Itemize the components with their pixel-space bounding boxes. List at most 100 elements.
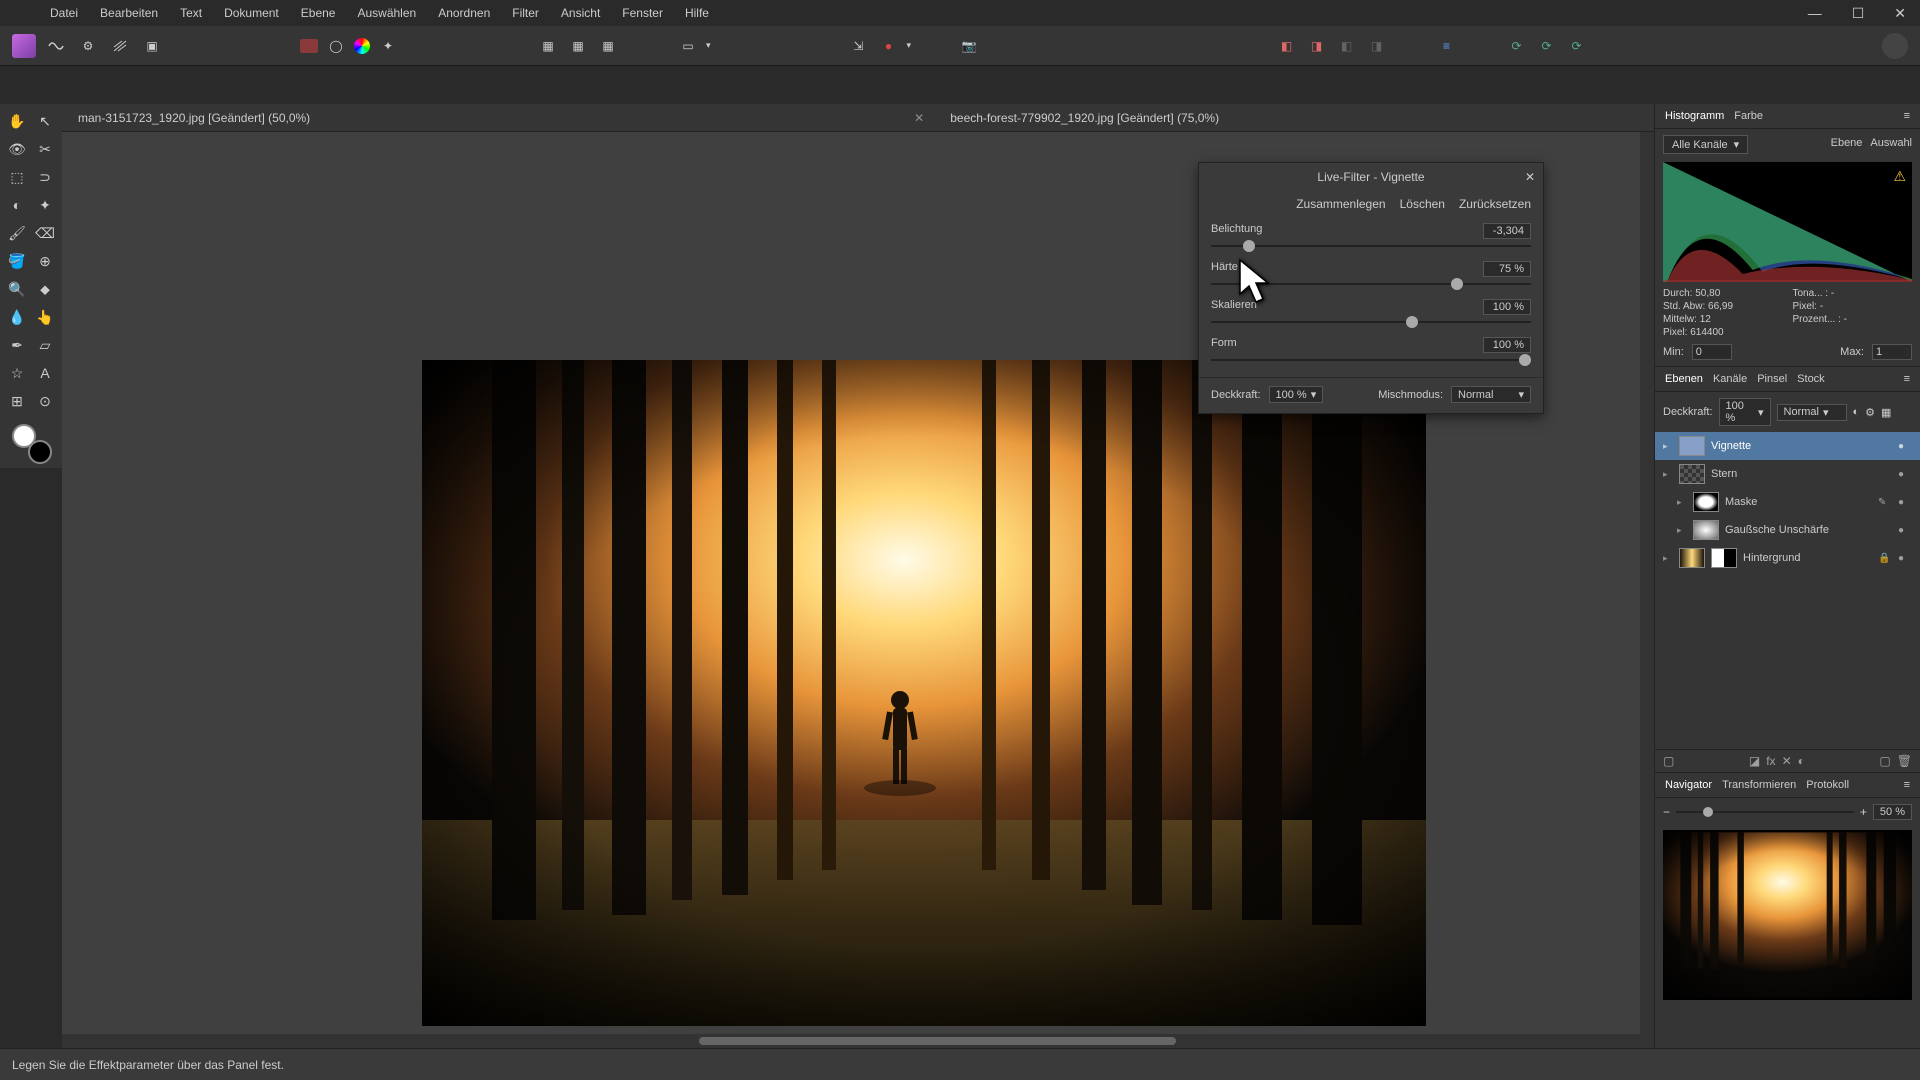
slider-belichtung-value[interactable]: -3,304 [1483, 223, 1531, 239]
edit-icon[interactable]: ✎ [1878, 497, 1892, 508]
delete-button[interactable]: Löschen [1400, 197, 1445, 211]
arrange-a-icon[interactable]: ⇲ [847, 34, 871, 58]
layer-fx-a-icon[interactable]: ◐ [1853, 406, 1860, 418]
tab-protokoll[interactable]: Protokoll [1806, 777, 1849, 793]
layer-fx-c-icon[interactable]: ▦ [1881, 406, 1891, 419]
menu-anordnen[interactable]: Anordnen [438, 6, 490, 20]
minimize-icon[interactable]: — [1802, 5, 1828, 22]
slider-skalieren[interactable] [1211, 321, 1531, 323]
tab-kanaele[interactable]: Kanäle [1713, 371, 1747, 387]
text-tool-icon[interactable]: A [32, 360, 58, 386]
marquee-tool-icon[interactable]: ⬚ [4, 164, 30, 190]
smudge-tool-icon[interactable]: 👆 [32, 304, 58, 330]
document-tab-1[interactable]: man-3151723_1920.jpg [Geändert] (50,0%) [70, 107, 318, 129]
sync-c-icon[interactable]: ⟳ [1565, 34, 1589, 58]
tab-histogramm[interactable]: Histogramm [1665, 108, 1724, 124]
clone-tool-icon[interactable]: ⊕ [32, 248, 58, 274]
tab-ebenen[interactable]: Ebenen [1665, 371, 1703, 387]
visibility-icon[interactable]: ● [1898, 525, 1912, 536]
lock-icon[interactable]: 🔒 [1878, 553, 1892, 564]
slider-skalieren-value[interactable]: 100 % [1483, 299, 1531, 315]
panel-menu-icon[interactable]: ≡ [1904, 108, 1910, 124]
view-tool-icon[interactable]: 👁 [4, 136, 30, 162]
pen-tool-icon[interactable]: ✒ [4, 332, 30, 358]
dodge-tool-icon[interactable]: ⬥ [32, 276, 58, 302]
order-a-icon[interactable]: ◧ [1275, 34, 1299, 58]
menu-ansicht[interactable]: Ansicht [561, 6, 600, 20]
sync-a-icon[interactable]: ⟳ [1505, 34, 1529, 58]
layer-hintergrund[interactable]: ▸ Hintergrund 🔒 ● [1655, 544, 1920, 572]
mask-icon[interactable]: ▢ [1663, 754, 1674, 768]
zoom-slider[interactable] [1676, 811, 1854, 813]
menu-dokument[interactable]: Dokument [224, 6, 279, 20]
tab-transformieren[interactable]: Transformieren [1722, 777, 1796, 793]
menu-filter[interactable]: Filter [512, 6, 539, 20]
lasso-tool-icon[interactable]: ⊃ [32, 164, 58, 190]
color-picker-icon[interactable]: ⊙ [32, 388, 58, 414]
channel-dropdown[interactable]: Alle Kanäle ▾ [1663, 135, 1748, 154]
deckkraft-dropdown[interactable]: 100 % ▾ [1269, 386, 1324, 403]
chevron-icon[interactable]: ▸ [1677, 525, 1687, 536]
wand-icon[interactable]: ✦ [376, 34, 400, 58]
menu-hilfe[interactable]: Hilfe [685, 6, 709, 20]
eraser-tool-icon[interactable]: ⌫ [32, 220, 58, 246]
order-d-icon[interactable]: ◨ [1365, 34, 1389, 58]
persona-tone-icon[interactable] [108, 34, 132, 58]
blend-icon[interactable]: ◐ [1798, 754, 1805, 768]
grid-b-icon[interactable]: ▦ [566, 34, 590, 58]
menu-bearbeiten[interactable]: Bearbeiten [100, 6, 158, 20]
visibility-icon[interactable]: ● [1898, 553, 1912, 564]
crop-tool-icon[interactable]: ✂ [32, 136, 58, 162]
chevron-icon[interactable]: ▸ [1677, 497, 1687, 508]
slider-form-value[interactable]: 100 % [1483, 337, 1531, 353]
clip-icon[interactable]: ▭ [676, 34, 700, 58]
fx-icon[interactable]: fx [1766, 754, 1775, 768]
menu-fenster[interactable]: Fenster [622, 6, 663, 20]
adj-icon[interactable]: ◪ [1749, 754, 1760, 768]
camera-icon[interactable]: 📷 [957, 34, 981, 58]
blur-tool-icon[interactable]: 💧 [4, 304, 30, 330]
chevron-icon[interactable]: ▸ [1663, 469, 1673, 480]
add-layer-icon[interactable]: ▢ [1879, 754, 1890, 768]
horizontal-scrollbar[interactable] [62, 1034, 1654, 1048]
layer-gauss[interactable]: ▸ Gaußsche Unschärfe ● [1655, 516, 1920, 544]
hand-tool-icon[interactable]: ✋ [4, 108, 30, 134]
mesh-tool-icon[interactable]: ⊞ [4, 388, 30, 414]
maximize-icon[interactable]: ☐ [1846, 5, 1871, 22]
dialog-titlebar[interactable]: Live-Filter - Vignette ✕ [1199, 163, 1543, 191]
vertical-scrollbar[interactable] [1640, 132, 1654, 1034]
tab-farbe[interactable]: Farbe [1734, 108, 1763, 124]
panel-menu-icon[interactable]: ≡ [1904, 777, 1910, 793]
slider-haerte-value[interactable]: 75 % [1483, 261, 1531, 277]
menu-ebene[interactable]: Ebene [301, 6, 336, 20]
min-input[interactable] [1692, 344, 1732, 360]
close-icon[interactable]: ✕ [1888, 5, 1912, 22]
sync-b-icon[interactable]: ⟳ [1535, 34, 1559, 58]
color-wheel-icon[interactable] [354, 38, 370, 54]
document-tab-2[interactable]: beech-forest-779902_1920.jpg [Geändert] … [942, 107, 1227, 129]
front-color-swatch[interactable] [12, 424, 36, 448]
zoom-in-icon[interactable]: + [1860, 805, 1867, 819]
circle-tool-icon[interactable]: ◯ [324, 34, 348, 58]
brush-tool-icon[interactable]: 🖌 [4, 220, 30, 246]
reset-button[interactable]: Zurücksetzen [1459, 197, 1531, 211]
layer-maske[interactable]: ▸ Maske ✎ ● [1655, 488, 1920, 516]
slider-belichtung[interactable] [1211, 245, 1531, 247]
fill-tool-icon[interactable]: 🪣 [4, 248, 30, 274]
chevron-icon[interactable]: ▸ [1663, 441, 1673, 452]
persona-develop-icon[interactable]: ⚙ [76, 34, 100, 58]
filter-icon[interactable]: ✕ [1782, 754, 1792, 768]
visibility-icon[interactable]: ● [1898, 469, 1912, 480]
tab-stock[interactable]: Stock [1797, 371, 1825, 387]
star-tool-icon[interactable]: ☆ [4, 360, 30, 386]
layer-fx-b-icon[interactable]: ⚙ [1865, 406, 1875, 419]
navigator-preview[interactable] [1663, 830, 1912, 1000]
user-avatar-icon[interactable] [1882, 33, 1908, 59]
panel-menu-icon[interactable]: ≡ [1904, 371, 1910, 387]
visibility-icon[interactable]: ● [1898, 441, 1912, 452]
max-input[interactable] [1872, 344, 1912, 360]
menu-text[interactable]: Text [180, 6, 202, 20]
layer-vignette[interactable]: ▸ Vignette ● [1655, 432, 1920, 460]
slider-form[interactable] [1211, 359, 1531, 361]
tab-pinsel[interactable]: Pinsel [1757, 371, 1787, 387]
